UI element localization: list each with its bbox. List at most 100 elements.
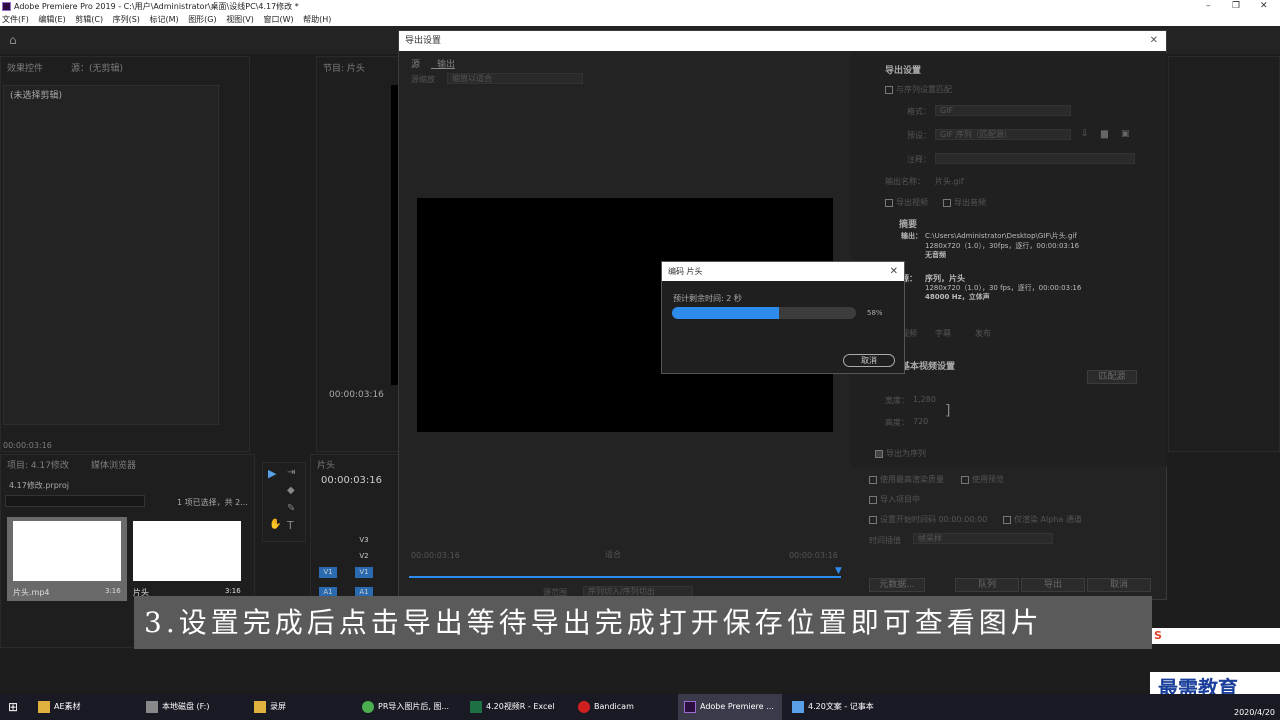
playhead-icon[interactable]: ▼ (835, 566, 842, 576)
item-duration: 3:16 (225, 587, 241, 595)
export-button[interactable]: 导出 (1021, 578, 1085, 592)
menu-clip[interactable]: 剪辑(C) (75, 15, 103, 24)
taskbar-item[interactable]: Bandicam (572, 694, 676, 720)
taskbar-item[interactable]: 本地磁盘 (F:) (140, 694, 246, 720)
bandicam-icon (578, 701, 590, 713)
taskbar-item[interactable]: 录屏 (248, 694, 352, 720)
use-preview-checkbox[interactable]: 使用预览 (961, 474, 1004, 485)
save-preset-icon[interactable]: ⇩ (1081, 129, 1089, 139)
browser-icon (362, 701, 374, 713)
delete-preset-icon[interactable]: ▣ (1121, 129, 1130, 139)
menu-window[interactable]: 窗口(W) (263, 15, 293, 24)
close-icon[interactable]: ✕ (1150, 31, 1158, 51)
preview-tc-out: 00:00:03:16 (789, 551, 838, 560)
type-tool-icon[interactable]: T (287, 519, 294, 532)
track-v2[interactable]: V2 (355, 551, 373, 562)
progress-track (672, 307, 856, 319)
windows-start-icon[interactable]: ⊞ (8, 700, 18, 714)
hand-icon[interactable]: ✋ (269, 519, 281, 530)
cancel-button[interactable]: 取消 (1087, 578, 1151, 592)
track-target-v1[interactable]: V1 (319, 567, 337, 578)
track-v1[interactable]: V1 (355, 567, 373, 578)
tab-program[interactable]: 节目: 片头 (323, 61, 365, 74)
taskbar-item[interactable]: 4.20视频R - Excel (464, 694, 570, 720)
export-as-sequence-checkbox[interactable]: 导出为序列 (875, 448, 926, 459)
tab-source[interactable]: 源 (411, 57, 420, 70)
preset-select[interactable]: GIF 序列（匹配源） (935, 129, 1071, 140)
format-select[interactable]: GIF (935, 105, 1071, 116)
output-name-link[interactable]: 片头.gif (935, 176, 964, 187)
menu-help[interactable]: 帮助(H) (303, 15, 331, 24)
project-item-2[interactable]: 片头 3:16 (131, 517, 245, 601)
encoding-cancel-button[interactable]: 取消 (843, 354, 895, 367)
match-sequence-checkbox[interactable]: 与序列设置匹配 (885, 84, 952, 95)
tab-captions[interactable]: 字幕 (935, 328, 951, 339)
width-value[interactable]: 1,280 (913, 395, 936, 404)
minimize-icon[interactable]: – (1206, 0, 1211, 13)
comments-input[interactable] (935, 153, 1135, 164)
ime-toolbar: S (1152, 628, 1280, 644)
menu-graphics[interactable]: 图形(G) (188, 15, 216, 24)
tab-project[interactable]: 项目: 4.17修改 (7, 458, 69, 471)
effect-controls-panel: 效果控件 源：(无剪辑) (未选择剪辑) 00:00:03:16 (0, 56, 250, 452)
height-value[interactable]: 720 (913, 417, 928, 426)
menu-view[interactable]: 视图(V) (226, 15, 254, 24)
title-bar: Adobe Premiere Pro 2019 - C:\用户\Administ… (0, 0, 1280, 13)
taskbar-item[interactable]: PR导入图片后, 图... (356, 694, 460, 720)
taskbar-item[interactable]: AE素材 (32, 694, 136, 720)
tab-effect-controls[interactable]: 效果控件 (7, 61, 43, 74)
selection-tool-icon[interactable]: ▶ (268, 467, 276, 480)
menu-edit[interactable]: 编辑(E) (38, 15, 65, 24)
encoding-dialog: 编码 片头 ✕ 预计剩余时间: 2 秒 58% 取消 (661, 261, 905, 374)
notepad-icon (792, 701, 804, 713)
tab-publish[interactable]: 发布 (975, 328, 991, 339)
no-clip-label: (未选择剪辑) (10, 91, 63, 101)
queue-button[interactable]: 队列 (955, 578, 1019, 592)
import-preset-icon[interactable]: ▆ (1101, 129, 1108, 139)
razor-icon[interactable]: ◆ (287, 485, 295, 496)
project-item-1[interactable]: 片头.mp4 3:16 (7, 517, 127, 601)
dialog-title-bar: 导出设置 ✕ (399, 31, 1166, 51)
match-source-button[interactable]: 匹配源 (1087, 370, 1137, 384)
range-bar[interactable] (409, 576, 841, 578)
import-project-checkbox[interactable]: 导入项目中 (869, 494, 920, 505)
taskbar: ⊞ AE素材 本地磁盘 (F:) 录屏 PR导入图片后, 图... 4.20视频… (0, 694, 1280, 720)
close-icon[interactable]: ✕ (1260, 0, 1268, 13)
excel-icon (470, 701, 482, 713)
alpha-only-checkbox[interactable]: 仅渲染 Alpha 通道 (1003, 514, 1082, 525)
interp-select[interactable]: 帧采样 (913, 533, 1053, 544)
home-icon[interactable]: ⌂ (9, 33, 17, 47)
track-select-icon[interactable]: ⇥ (287, 467, 295, 478)
project-search-input[interactable] (5, 495, 145, 507)
source-scaling-select[interactable]: 缩放以适合 (447, 73, 583, 84)
taskbar-item-active[interactable]: Adobe Premiere ... (678, 694, 782, 720)
menu-file[interactable]: 文件(F) (2, 15, 29, 24)
fit-select[interactable]: 适合 (605, 549, 621, 560)
track-v3[interactable]: V3 (355, 535, 373, 546)
start-tc-checkbox[interactable]: 设置开始时间码 00:00:00:00 (869, 514, 987, 525)
taskbar-item[interactable]: 4.20文案 - 记事本 (786, 694, 892, 720)
export-audio-checkbox[interactable]: 导出音频 (943, 197, 986, 208)
project-file-name: 4.17修改.prproj (9, 481, 70, 490)
encoding-title-bar: 编码 片头 ✕ (662, 262, 904, 281)
tab-source[interactable]: 源：(无剪辑) (71, 61, 123, 74)
right-panel (1168, 56, 1280, 452)
export-video-checkbox[interactable]: 导出视频 (885, 197, 928, 208)
effect-list: (未选择剪辑) (3, 85, 219, 425)
link-bracket-icon[interactable]: ] (945, 403, 950, 419)
max-render-checkbox[interactable]: 使用最高渲染质量 (869, 474, 944, 485)
tab-timeline[interactable]: 片头 (317, 458, 335, 471)
metadata-button[interactable]: 元数据... (869, 578, 925, 592)
restore-icon[interactable]: ❐ (1232, 0, 1240, 13)
menu-marker[interactable]: 标记(M) (149, 15, 178, 24)
export-settings-pane: 导出设置 与序列设置匹配 格式： GIF 预设： GIF 序列（匹配源） ⇩ ▆… (851, 53, 1167, 467)
premiere-icon (2, 2, 11, 11)
program-monitor: 节目: 片头 00:00:03:16 (316, 56, 401, 452)
program-timecode: 00:00:03:16 (329, 390, 384, 400)
sogou-icon[interactable]: S (1154, 629, 1162, 642)
tab-media-browser[interactable]: 媒体浏览器 (91, 458, 136, 471)
pen-icon[interactable]: ✎ (287, 503, 295, 514)
progress-percent: 58% (867, 309, 883, 317)
close-icon[interactable]: ✕ (890, 262, 898, 281)
menu-sequence[interactable]: 序列(S) (113, 15, 140, 24)
